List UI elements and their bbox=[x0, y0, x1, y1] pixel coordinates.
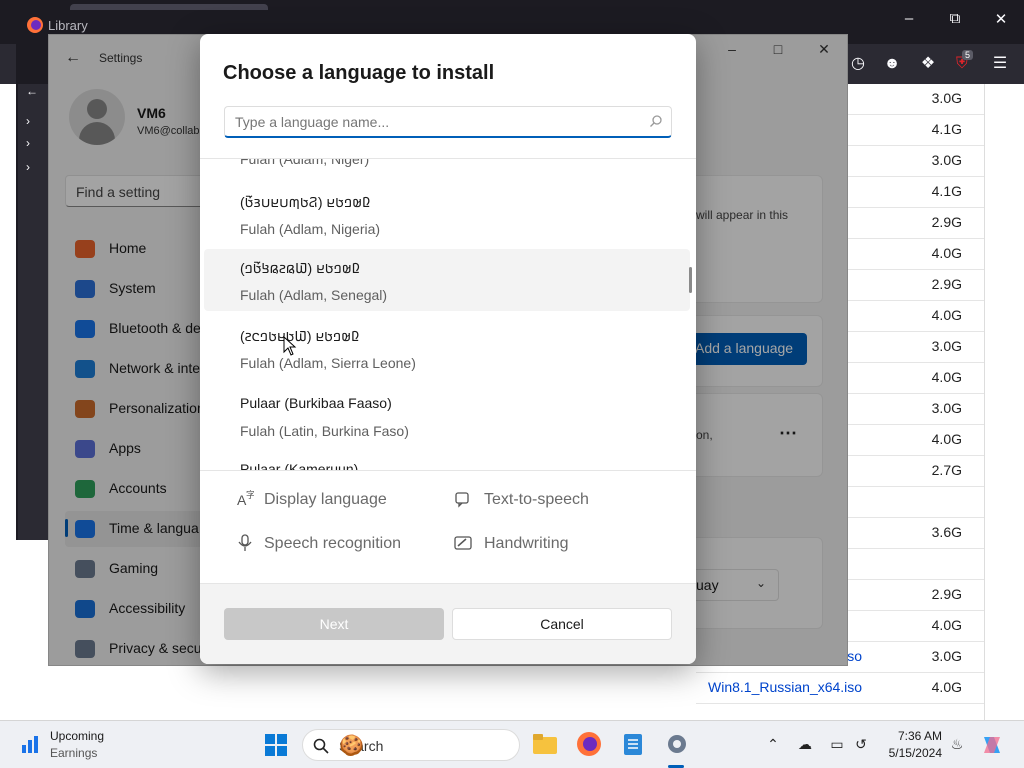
library-tree: ← › › › bbox=[18, 84, 48, 540]
windows-start-icon[interactable] bbox=[264, 733, 288, 757]
language-name: Fulah (Latin, Burkina Faso) bbox=[240, 423, 409, 439]
language-native-name: (𞤅𞤢𞤪𞤢𞤤𞤮𞤲) 𞤆𞤵𞤤𞤢𞤪 bbox=[240, 328, 360, 344]
extensions-icon[interactable]: ❖ bbox=[916, 52, 940, 76]
network-off-icon[interactable]: ☁ bbox=[796, 735, 814, 753]
copilot-icon[interactable] bbox=[980, 733, 1004, 757]
language-native-name: (𞤅𞤫𞤲𞤫𞤺𞤢𞥄𞤤) 𞤆𞤵𞤤𞤢𞤪 bbox=[240, 260, 361, 276]
text-to-speech-label: Text-to-speech bbox=[484, 491, 589, 508]
choose-language-dialog: Choose a language to install Fulah (Adla… bbox=[200, 34, 696, 664]
clock-time[interactable]: 7:36 AM bbox=[862, 729, 942, 743]
file-size: 2.9G bbox=[931, 276, 962, 292]
file-size: 4.1G bbox=[931, 121, 962, 137]
chevron-up-icon[interactable]: ⌃ bbox=[764, 735, 782, 753]
file-name-link[interactable]: Win8.1_Russian_x64.iso bbox=[708, 679, 862, 695]
cancel-button[interactable]: Cancel bbox=[452, 608, 672, 640]
file-size: 4.1G bbox=[931, 183, 962, 199]
file-size: 4.0G bbox=[931, 679, 962, 695]
language-list[interactable]: Fulah (Adlam, Niger) (𞤐𞤢𞤶𞤭𞤪𞤭𞤴𞤢𞥄) 𞤆𞤵𞤤𞤢𞤪 F… bbox=[200, 158, 696, 471]
settings-gear-icon[interactable] bbox=[664, 731, 690, 757]
search-icon bbox=[650, 115, 662, 127]
firefox-view-icon[interactable]: ◷ bbox=[846, 52, 870, 76]
language-native-partial: Pulaar (Kameruun) bbox=[240, 461, 359, 471]
language-item[interactable]: (𞤅𞤫𞤲𞤫𞤺𞤢𞥄𞤤) 𞤆𞤵𞤤𞤢𞤪 Fulah (Adlam, Senegal) bbox=[204, 249, 690, 311]
file-size: 3.0G bbox=[931, 648, 962, 664]
next-button[interactable]: Next bbox=[224, 608, 444, 640]
search-highlight-icon: 🍪 bbox=[339, 735, 364, 757]
widget-subtitle: Earnings bbox=[50, 746, 98, 760]
search-icon bbox=[313, 738, 329, 754]
expand-chevron-icon[interactable]: › bbox=[26, 114, 30, 128]
back-arrow-icon[interactable]: ← bbox=[26, 84, 38, 98]
text-to-speech-icon bbox=[455, 492, 469, 508]
language-item[interactable]: Pulaar (Burkibaa Faaso) Fulah (Latin, Bu… bbox=[204, 385, 690, 447]
dialog-footer: Next Cancel bbox=[200, 583, 696, 664]
account-icon[interactable]: ☻ bbox=[880, 52, 904, 76]
display-language-label: Display language bbox=[264, 491, 387, 508]
handwriting-label: Handwriting bbox=[484, 535, 569, 552]
file-size: 2.7G bbox=[931, 462, 962, 478]
microphone-icon bbox=[238, 534, 252, 551]
file-size: 4.0G bbox=[931, 431, 962, 447]
file-size: 4.0G bbox=[931, 245, 962, 261]
file-size: 4.0G bbox=[931, 307, 962, 323]
file-explorer-icon[interactable] bbox=[532, 731, 558, 757]
display-language-icon: A 字 bbox=[237, 490, 254, 508]
taskbar: Upcoming Earnings Search 🍪 ⌃ ☁ ▭ ↺ 7:36 … bbox=[0, 720, 1024, 768]
dialog-title: Choose a language to install bbox=[223, 62, 495, 84]
stocks-widget-icon[interactable] bbox=[20, 733, 42, 755]
speech-recognition-label: Speech recognition bbox=[264, 535, 401, 552]
notification-bell-icon[interactable]: ♨ bbox=[948, 735, 966, 753]
file-size: 4.0G bbox=[931, 369, 962, 385]
file-size: 3.0G bbox=[931, 338, 962, 354]
display-icon[interactable]: ▭ bbox=[828, 735, 846, 753]
scrollbar[interactable] bbox=[984, 84, 1024, 720]
language-native-name: Pulaar (Burkibaa Faaso) bbox=[240, 395, 392, 411]
mouse-cursor-icon bbox=[283, 336, 297, 356]
file-size: 4.0G bbox=[931, 617, 962, 633]
clock-date[interactable]: 5/15/2024 bbox=[862, 746, 942, 760]
file-row[interactable]: Win8.1_Russian_x64.iso 4.0G bbox=[696, 673, 984, 704]
widget-title: Upcoming bbox=[50, 729, 105, 743]
list-scrollbar[interactable] bbox=[689, 267, 692, 293]
menu-icon[interactable]: ☰ bbox=[988, 52, 1012, 76]
language-name-partial: Fulah (Adlam, Niger) bbox=[240, 158, 370, 167]
extension-badge: 5 bbox=[962, 50, 974, 60]
language-name: Fulah (Adlam, Sierra Leone) bbox=[240, 355, 416, 371]
expand-chevron-icon[interactable]: › bbox=[26, 160, 30, 174]
firefox-logo-icon bbox=[27, 17, 43, 33]
restore-icon[interactable]: ⧉ bbox=[932, 10, 978, 27]
language-native-name: (𞤐𞤢𞤶𞤭𞤪𞤭𞤴𞤢𞥄) 𞤆𞤵𞤤𞤢𞤪 bbox=[240, 194, 371, 210]
file-size: 3.0G bbox=[931, 152, 962, 168]
language-name: Fulah (Adlam, Senegal) bbox=[240, 287, 388, 303]
close-icon[interactable]: ✕ bbox=[978, 10, 1024, 28]
language-item[interactable]: (𞤐𞤢𞤶𞤭𞤪𞤭𞤴𞤢𞥄) 𞤆𞤵𞤤𞤢𞤪 Fulah (Adlam, Nigeria) bbox=[204, 183, 690, 245]
svg-text:字: 字 bbox=[246, 490, 254, 500]
notepad-icon[interactable] bbox=[620, 731, 646, 757]
file-size: 3.0G bbox=[931, 400, 962, 416]
language-name: Fulah (Adlam, Nigeria) bbox=[240, 221, 381, 237]
language-search-input[interactable] bbox=[235, 112, 635, 132]
file-size: 2.9G bbox=[931, 214, 962, 230]
taskbar-search[interactable]: Search 🍪 bbox=[302, 729, 520, 761]
language-item[interactable]: (𞤅𞤢𞤪𞤢𞤤𞤮𞤲) 𞤆𞤵𞤤𞤢𞤪 Fulah (Adlam, Sierra Leo… bbox=[204, 317, 690, 379]
expand-chevron-icon[interactable]: › bbox=[26, 136, 30, 150]
file-size: 3.6G bbox=[931, 524, 962, 540]
handwriting-icon bbox=[454, 536, 472, 550]
minimize-icon[interactable]: – bbox=[886, 10, 932, 27]
file-size: 2.9G bbox=[931, 586, 962, 602]
language-search-box[interactable] bbox=[224, 106, 672, 138]
library-title: Library bbox=[48, 18, 88, 33]
file-size: 3.0G bbox=[931, 90, 962, 106]
firefox-icon[interactable] bbox=[576, 731, 602, 757]
